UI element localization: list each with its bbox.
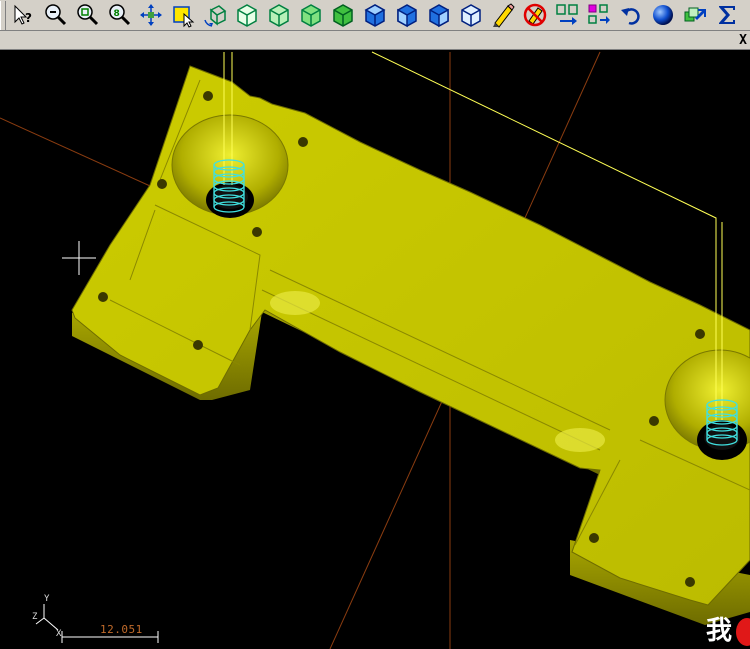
view-cube-iso-1-icon — [363, 4, 386, 27]
scale-value: 12.051 — [100, 623, 143, 636]
view-cube-3-button[interactable] — [295, 0, 326, 30]
stack-button[interactable] — [679, 0, 710, 30]
view-cube-iso-3-button[interactable] — [423, 0, 454, 30]
toolbar-grip[interactable] — [0, 0, 6, 30]
eraser-pencil-icon — [492, 3, 515, 28]
transform-button[interactable] — [551, 0, 582, 30]
axis-z-label: Z — [32, 612, 38, 622]
watermark-logo: 我 — [706, 614, 750, 649]
rotate-view-button[interactable] — [199, 0, 230, 30]
watermark-text: 我 — [706, 616, 733, 646]
view-cube-1-icon — [236, 4, 257, 27]
pan-icon — [139, 4, 162, 26]
rotate-view-icon — [203, 5, 226, 27]
view-cube-iso-3-icon — [428, 4, 449, 28]
no-erase-icon — [523, 3, 546, 27]
stack-icon — [684, 7, 706, 22]
zoom-window-icon — [76, 4, 98, 26]
sum-button[interactable] — [711, 0, 742, 30]
edit-select-button[interactable] — [167, 0, 198, 30]
zoom-out-button[interactable] — [39, 0, 70, 30]
pan-button[interactable] — [135, 0, 166, 30]
axis-x-label: X — [56, 629, 62, 639]
view-cube-4-button[interactable] — [327, 0, 358, 30]
zoom-fit-icon: 8 — [108, 4, 130, 26]
zoom-window-button[interactable] — [71, 0, 102, 30]
zoom-out-icon — [44, 4, 66, 26]
sum-icon — [718, 6, 735, 24]
view-cube-2-icon — [268, 4, 289, 27]
view-cube-iso-4-button[interactable] — [455, 0, 486, 30]
svg-text:8: 8 — [113, 9, 119, 19]
transform-icon — [555, 4, 578, 25]
shade-sphere-icon — [652, 5, 673, 25]
layout-icon — [587, 4, 610, 24]
no-erase-button[interactable] — [519, 0, 550, 30]
select-help-button[interactable]: ? — [7, 0, 38, 30]
watermark-badge — [736, 618, 750, 646]
view-cube-iso-4-icon — [460, 4, 481, 27]
layout-button[interactable] — [583, 0, 614, 30]
cad-scene — [0, 51, 750, 649]
view-cube-iso-2-icon — [396, 4, 417, 28]
3d-viewport[interactable] — [0, 50, 750, 649]
main-toolbar: ? 8 — [0, 0, 750, 31]
axis-triad — [35, 604, 59, 631]
select-help-icon: ? — [14, 4, 32, 25]
undo-button[interactable] — [615, 0, 646, 30]
shade-sphere-button[interactable] — [647, 0, 678, 30]
zoom-fit-button[interactable]: 8 — [103, 0, 134, 30]
viewport-titlebar: X — [0, 31, 750, 50]
svg-text:?: ? — [25, 11, 32, 25]
eraser-pencil-button[interactable] — [487, 0, 518, 30]
view-cube-4-icon — [332, 4, 353, 27]
close-viewport-button[interactable]: X — [739, 31, 747, 50]
view-cube-3-icon — [300, 4, 321, 27]
edit-select-icon — [172, 6, 194, 28]
axis-y-label: Y — [44, 594, 50, 604]
view-cube-2-button[interactable] — [263, 0, 294, 30]
view-cube-iso-2-button[interactable] — [391, 0, 422, 30]
crosshair-cursor — [62, 241, 96, 275]
view-cube-iso-1-button[interactable] — [359, 0, 390, 30]
undo-icon — [620, 8, 640, 25]
view-cube-1-button[interactable] — [231, 0, 262, 30]
